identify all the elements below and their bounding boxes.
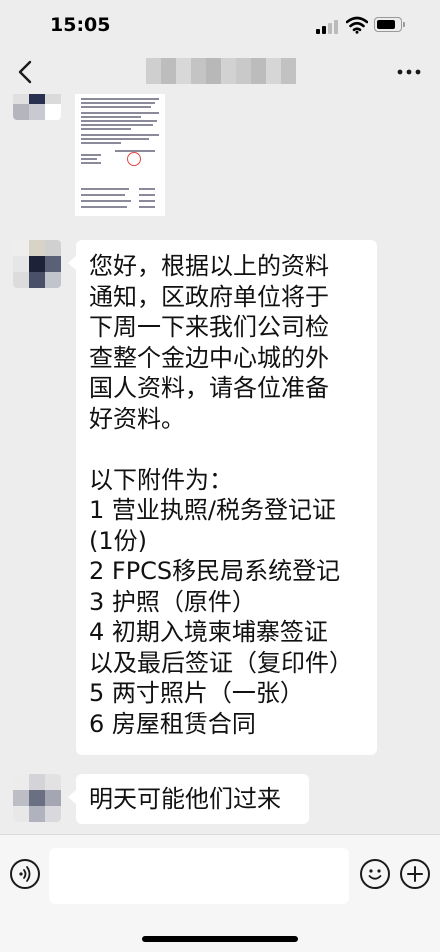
message-line: 5 两寸照片（一张） (89, 679, 304, 707)
message-line: 您好，根据以上的资料 (89, 252, 329, 280)
wifi-icon (346, 16, 368, 34)
more-dots-icon[interactable] (396, 62, 422, 82)
message-line: (1份) (89, 526, 147, 555)
bubble-tail (68, 790, 76, 804)
voice-icon[interactable] (10, 859, 40, 889)
message-line: 查整个金边中心城的外 (89, 343, 329, 372)
signal-icon (316, 18, 342, 34)
bubble-tail (68, 256, 76, 270)
home-indicator (142, 936, 298, 942)
message-input[interactable] (49, 848, 349, 904)
message-line: 2 FPCS移民局系统登记 (89, 557, 341, 585)
status-time: 15:05 (50, 14, 111, 36)
message-line: 3 护照（原件） (89, 587, 256, 616)
chat-area: 您好，根据以上的资料 通知，区政府单位将于 下周一下来我们公司检 查整个金边中心城的外… (0, 94, 440, 834)
message-text: 明天可能他们过来 (89, 784, 281, 815)
message-line: 6 房屋租赁合同 (89, 709, 256, 738)
message-line: 下周一下来我们公司检 (89, 313, 329, 341)
avatar[interactable] (13, 94, 61, 120)
message-line: 国人资料，请各位准备 (89, 374, 329, 402)
nav-bar (0, 50, 440, 94)
message-line: 明天可能他们过来 (89, 785, 281, 813)
plus-icon[interactable] (400, 859, 430, 889)
chat-title-obscured (146, 58, 296, 84)
document-image[interactable] (75, 94, 165, 216)
message-line (89, 434, 353, 465)
message-line: 以下附件为： (89, 465, 233, 494)
avatar[interactable] (13, 240, 61, 288)
message-text: 您好，根据以上的资料 通知，区政府单位将于 下周一下来我们公司检 查整个金边中心城的外… (89, 251, 353, 739)
battery-icon (374, 17, 402, 32)
input-bar (0, 834, 440, 952)
message-line: 通知，区政府单位将于 (89, 282, 329, 311)
battery-cap (403, 22, 405, 27)
message-bubble[interactable]: 您好，根据以上的资料 通知，区政府单位将于 下周一下来我们公司检 查整个金边中心城的外… (76, 240, 377, 755)
emoji-icon[interactable] (360, 859, 390, 889)
avatar[interactable] (13, 774, 61, 822)
message-bubble[interactable]: 明天可能他们过来 (76, 774, 309, 824)
chevron-left-icon[interactable] (12, 56, 42, 88)
message-line: 好资料。 (89, 404, 185, 433)
message-line: 以及最后签证（复印件） (89, 648, 353, 677)
status-bar: 15:05 (0, 0, 440, 50)
message-line: 4 初期入境柬埔寨签证 (89, 618, 328, 646)
message-line: 1 营业执照/税务登记证 (89, 496, 336, 524)
